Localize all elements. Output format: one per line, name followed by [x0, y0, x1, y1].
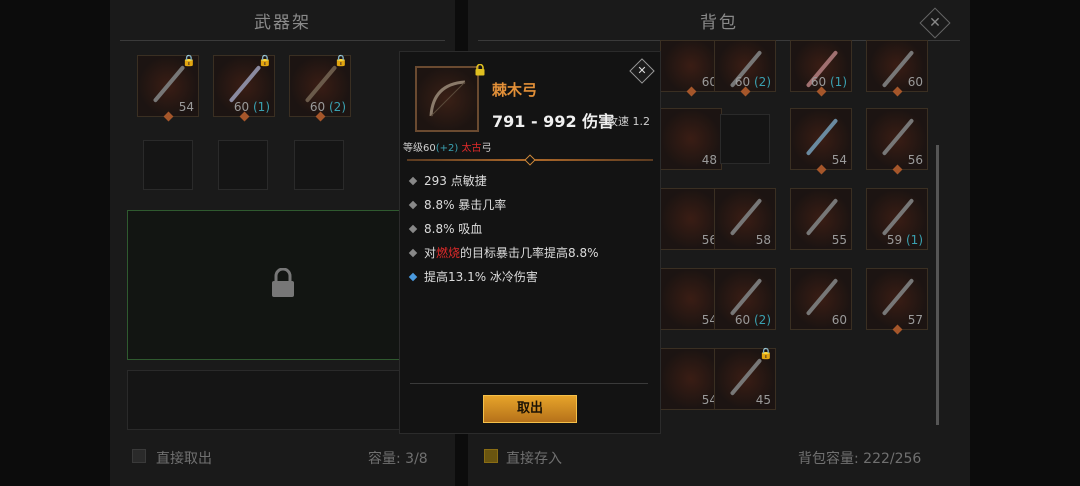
empty-backpack-slot[interactable] [720, 114, 770, 164]
item-icon-frame [415, 66, 479, 132]
stat-line-special: 提高13.1% 冰冷伤害 [408, 268, 538, 285]
slot-level: 59 (1) [886, 233, 923, 247]
staff-icon [805, 118, 839, 156]
slot-level: 55 [831, 233, 847, 247]
slot-level: 48 [701, 153, 717, 167]
item-attack-speed: 攻速 1.2 [607, 115, 650, 128]
backpack-slot[interactable]: 54 [790, 108, 852, 175]
take-out-button[interactable]: 取出 [483, 395, 577, 423]
weapon-rack-slot[interactable]: 🔒 54 [137, 54, 199, 122]
bow-icon [729, 358, 763, 396]
stat-line: 293 点敏捷 [408, 172, 487, 189]
item-name: 棘木弓 [492, 81, 538, 99]
close-icon: ✕ [637, 64, 647, 77]
backpack-slot[interactable]: 60 (1) [790, 40, 852, 97]
backpack-capacity: 背包容量: 222/256 [798, 451, 922, 467]
slot-level: 57 [907, 313, 923, 327]
backpack-slot[interactable]: 54 [660, 348, 722, 410]
lock-icon [475, 64, 485, 76]
weapon-rack-title: 武器架 [254, 13, 311, 33]
slot-level: 56 [907, 153, 923, 167]
backpack-slot[interactable]: 54 [660, 268, 722, 330]
backpack-slot[interactable]: 60 [866, 40, 928, 97]
greatsword-icon [228, 65, 262, 103]
bow-icon [429, 80, 466, 117]
slot-level: 60 (1) [810, 75, 847, 89]
close-icon: ✕ [929, 15, 941, 31]
backpack-slot[interactable]: 59 (1) [866, 188, 928, 250]
item-damage: 791 - 992 伤害 [492, 112, 615, 131]
slot-level: 60 (2) [734, 75, 771, 89]
backpack-slot[interactable]: 57 [866, 268, 928, 335]
axe-icon [805, 278, 839, 316]
padlock-icon [272, 268, 294, 297]
lock-icon: 🔒 [334, 54, 348, 67]
empty-rack-slot[interactable] [218, 140, 268, 190]
divider-gem [524, 154, 536, 166]
backpack-slot[interactable]: 60 (2) [714, 40, 776, 97]
direct-take-checkbox[interactable] [132, 449, 146, 463]
locked-slots-row [127, 370, 417, 430]
item-level: 等级60 [403, 143, 436, 154]
item-tier: 太古 [461, 143, 482, 154]
tooltip-bottom-divider [410, 383, 648, 384]
spear-icon [729, 278, 763, 316]
slot-level: 54 [178, 100, 194, 114]
item-tooltip: ✕ 棘木弓 791 - 992 伤害 攻速 1.2 等级60(+2) 太古弓 2… [399, 51, 661, 434]
stat-line: 8.8% 暴击几率 [408, 196, 506, 213]
hammer-icon [881, 198, 915, 236]
backpack-title: 背包 [700, 13, 738, 33]
item-level-line: 等级60(+2) 太古弓 [403, 139, 491, 154]
diamond-bullet-icon [408, 200, 418, 209]
bow-icon [304, 65, 338, 103]
direct-store-checkbox[interactable] [484, 449, 498, 463]
spear-icon [881, 118, 915, 156]
slot-level: 58 [755, 233, 771, 247]
backpack-slot[interactable]: 🔒 45 [714, 347, 776, 410]
backpack-slot[interactable]: 58 [714, 188, 776, 250]
rack-capacity: 容量: 3/8 [368, 451, 428, 467]
backpack-slot[interactable]: 60 [660, 40, 722, 97]
diamond-bullet-icon [408, 248, 418, 257]
slot-level: 45 [755, 393, 771, 407]
backpack-slot[interactable]: 55 [790, 188, 852, 250]
stat-line: 8.8% 吸血 [408, 220, 482, 237]
empty-rack-slot[interactable] [143, 140, 193, 190]
backpack-slot[interactable]: 56 [660, 188, 722, 250]
diamond-bullet-icon [408, 224, 418, 233]
sword-icon [152, 65, 186, 103]
title-divider [120, 40, 445, 41]
item-type: 弓 [481, 143, 492, 154]
slot-level: 60 [907, 75, 923, 89]
diamond-bullet-icon [408, 176, 418, 185]
weapon-rack-slot[interactable]: 🔒 60 (2) [289, 54, 351, 122]
blue-diamond-icon [408, 272, 418, 281]
backpack-scrollbar[interactable] [936, 145, 939, 425]
spear-icon [805, 198, 839, 236]
slot-level: 54 [831, 153, 847, 167]
empty-rack-slot[interactable] [294, 140, 344, 190]
lock-icon: 🔒 [258, 54, 272, 67]
direct-take-label: 直接取出 [156, 451, 212, 467]
lock-icon: 🔒 [759, 347, 773, 360]
slot-level: 60 (2) [309, 100, 346, 114]
slot-level: 60 [831, 313, 847, 327]
item-level-bonus: (+2) [435, 143, 459, 154]
backpack-slot[interactable]: 48 [660, 108, 722, 170]
stat-line-burn: 对燃烧的目标暴击几率提高8.8% [408, 244, 599, 261]
slot-level: 60 (2) [734, 313, 771, 327]
bow-icon [881, 278, 915, 316]
weapon-rack-slot[interactable]: 🔒 60 (1) [213, 54, 275, 122]
backpack-slot[interactable]: 56 [866, 108, 928, 175]
backpack-slot[interactable]: 60 [790, 268, 852, 330]
direct-store-label: 直接存入 [506, 451, 562, 467]
slot-level: 60 (1) [233, 100, 270, 114]
lock-icon: 🔒 [182, 54, 196, 67]
mace-icon [729, 198, 763, 236]
backpack-slot[interactable]: 60 (2) [714, 268, 776, 330]
tooltip-close-button[interactable]: ✕ [629, 58, 655, 84]
